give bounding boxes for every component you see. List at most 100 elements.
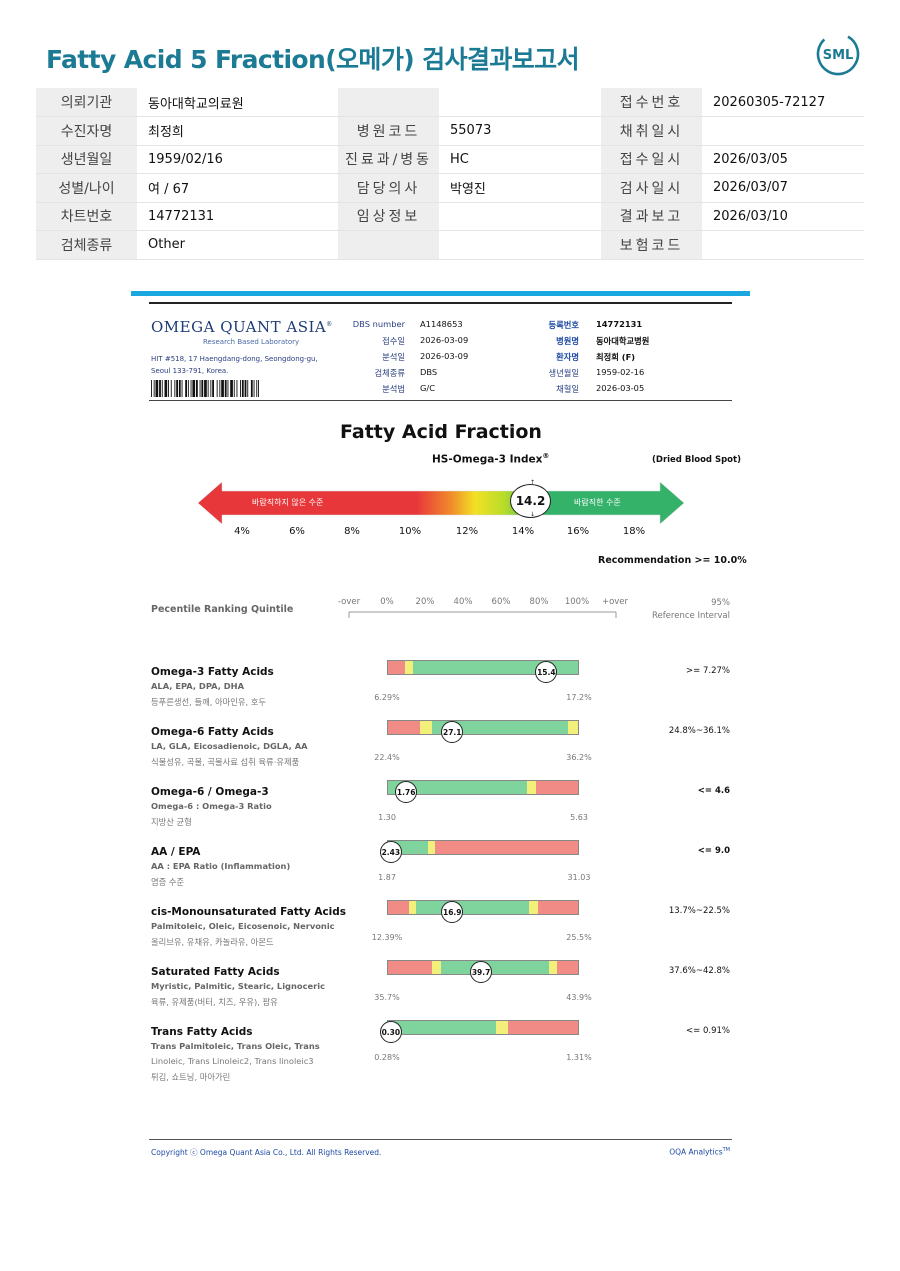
fatty-acid-components: ALA, EPA, DPA, DHA bbox=[151, 681, 244, 691]
info-row: 검체종류 Other 보험코드 bbox=[36, 230, 864, 260]
info-row: 성별/나이 여 / 67 담당의사 박영진 검사일시 2026/03/07 bbox=[36, 173, 864, 203]
patient-info-label: 채혈일 bbox=[556, 384, 579, 394]
barcode bbox=[151, 380, 259, 397]
fatty-acid-sources: Linoleic, Trans Linoleic2, Trans linolei… bbox=[151, 1056, 314, 1066]
info-row: 의뢰기관 동아대학교의료원 접수번호 20260305-72127 bbox=[36, 88, 864, 117]
fatty-acid-name: Omega-6 Fatty Acids bbox=[151, 726, 274, 738]
bar-segment bbox=[526, 781, 537, 794]
sample-info-label: DBS number bbox=[352, 319, 405, 329]
fatty-acid-components: Palmitoleic, Oleic, Eicosenoic, Nervonic bbox=[151, 921, 335, 931]
footer-rule bbox=[149, 1139, 732, 1140]
fatty-acid-row: Trans Fatty Acids Trans Palmitoleic, Tran… bbox=[0, 1020, 900, 1096]
scale-label: 16% bbox=[566, 526, 590, 537]
info-label: 수진자명 bbox=[36, 116, 137, 146]
oqa-analytics: OQA AnalyticsTM bbox=[669, 1147, 730, 1157]
sample-info-label: 접수일 bbox=[382, 336, 405, 346]
reference-interval: 37.6%~42.8% bbox=[668, 966, 730, 976]
fatty-acid-sources: 올리브유, 유채유, 카놀라유, 아몬드 bbox=[151, 937, 274, 947]
percentile-axis-label: 40% bbox=[453, 597, 473, 607]
lab-subtitle: Research Based Laboratory bbox=[203, 338, 300, 346]
fatty-acid-components: LA, GLA, Eicosadienoic, DGLA, AA bbox=[151, 741, 308, 751]
fatty-acid-name: AA / EPA bbox=[151, 846, 201, 858]
info-value bbox=[702, 230, 864, 260]
bar-segment bbox=[536, 781, 578, 794]
sample-type: (Dried Blood Spot) bbox=[652, 455, 741, 465]
result-marker: 2.43 bbox=[379, 841, 402, 863]
patient-info-value: 2026-03-05 bbox=[596, 383, 645, 393]
info-value: 최정희 bbox=[137, 116, 338, 146]
scale-label: 8% bbox=[344, 526, 360, 537]
info-value: 2026/03/07 bbox=[702, 173, 864, 203]
bar-segment bbox=[507, 1021, 578, 1034]
info-value: 55073 bbox=[439, 116, 601, 146]
range-low: 35.7% bbox=[374, 993, 400, 1002]
fatty-acid-components: Trans Palmitoleic, Trans Oleic, Trans bbox=[151, 1041, 320, 1051]
info-label: 접수일시 bbox=[601, 145, 702, 174]
info-value: 2026/03/10 bbox=[702, 202, 864, 231]
range-high: 31.03 bbox=[567, 873, 591, 882]
fatty-acid-name: Saturated Fatty Acids bbox=[151, 966, 280, 978]
reference-interval-percent: 95% bbox=[711, 598, 730, 608]
percentile-axis-label: 60% bbox=[491, 597, 511, 607]
info-value: 2026/03/05 bbox=[702, 145, 864, 174]
scale-label: 12% bbox=[455, 526, 479, 537]
result-marker: 27.1 bbox=[441, 721, 464, 743]
info-label: 검체종류 bbox=[36, 230, 137, 260]
reference-interval: <= 9.0 bbox=[697, 846, 730, 856]
section-title: Fatty Acid Fraction bbox=[340, 421, 542, 443]
bar-segment bbox=[496, 1021, 508, 1034]
report-top-rule bbox=[149, 302, 732, 304]
patient-info-label: 병원명 bbox=[556, 336, 579, 346]
reference-interval-label: Reference Interval bbox=[651, 611, 730, 621]
percentile-bar bbox=[387, 720, 579, 735]
info-label: 생년월일 bbox=[36, 145, 137, 174]
patient-info-label: 등록번호 bbox=[548, 320, 579, 330]
result-marker: 15.4 bbox=[535, 661, 558, 683]
info-label: 채취일시 bbox=[601, 116, 702, 146]
reference-interval: 24.8%~36.1% bbox=[668, 726, 730, 736]
bar-segment bbox=[549, 961, 558, 974]
fatty-acid-sources: 식물성유, 곡물, 곡물사료 섭취 육류·유제품 bbox=[151, 757, 300, 767]
percentile-axis-label: 100% bbox=[564, 597, 590, 607]
scale-label: 14% bbox=[511, 526, 535, 537]
range-low: 0.28% bbox=[374, 1053, 400, 1062]
bar-segment bbox=[528, 901, 539, 914]
accent-bar bbox=[131, 291, 750, 296]
percentile-axis-label: -over bbox=[337, 597, 361, 607]
percentile-bar bbox=[387, 840, 579, 855]
scale-label: 4% bbox=[234, 526, 250, 537]
fatty-acid-name: Omega-6 / Omega-3 bbox=[151, 786, 269, 798]
info-label: 성별/나이 bbox=[36, 173, 137, 203]
patient-info-value: 최정희 (F) bbox=[596, 352, 636, 362]
bar-segment bbox=[388, 961, 432, 974]
desirable-level-label: 바람직한 수준 bbox=[574, 498, 621, 507]
lab-name: OMEGA QUANT ASIA® bbox=[151, 318, 333, 336]
range-high: 1.31% bbox=[566, 1053, 592, 1062]
info-value bbox=[439, 230, 601, 260]
sml-logo: SML bbox=[816, 32, 860, 76]
scale-label: 6% bbox=[289, 526, 305, 537]
percentile-bar bbox=[387, 1020, 579, 1035]
bar-segment bbox=[431, 961, 442, 974]
reference-interval: <= 0.91% bbox=[686, 1026, 730, 1036]
copyright: Copyright ⓒ Omega Quant Asia Co., Ltd. A… bbox=[151, 1148, 382, 1157]
result-marker: 16.9 bbox=[441, 901, 464, 923]
info-row: 생년월일 1959/02/16 진료과/병동 HC 접수일시 2026/03/05 bbox=[36, 145, 864, 174]
patient-info-value: 1959-02-16 bbox=[596, 367, 645, 377]
range-low: 1.87 bbox=[378, 873, 396, 882]
info-row: 수진자명 최정희 병원코드 55073 채취일시 bbox=[36, 116, 864, 146]
info-label: 진료과/병동 bbox=[338, 145, 439, 174]
info-label: 결과보고 bbox=[601, 202, 702, 231]
range-high: 5.63 bbox=[570, 813, 588, 822]
bar-segment bbox=[435, 841, 578, 854]
lab-address-line2: Seoul 133-791, Korea. bbox=[151, 367, 229, 375]
info-label bbox=[338, 88, 439, 117]
fatty-acid-sources: 지방산 균형 bbox=[151, 817, 192, 827]
sample-info-value: 2026-03-09 bbox=[420, 351, 469, 361]
sample-info-value: DBS bbox=[420, 367, 438, 377]
fatty-acid-components: Omega-6 : Omega-3 Ratio bbox=[151, 801, 272, 811]
patient-info-table: 의뢰기관 동아대학교의료원 접수번호 20260305-72127 수진자명 최정희 병원코… bbox=[36, 88, 864, 260]
patient-info-label: 환자명 bbox=[556, 352, 579, 362]
info-value bbox=[439, 202, 601, 231]
fatty-acid-components: AA : EPA Ratio (Inflammation) bbox=[151, 861, 291, 871]
